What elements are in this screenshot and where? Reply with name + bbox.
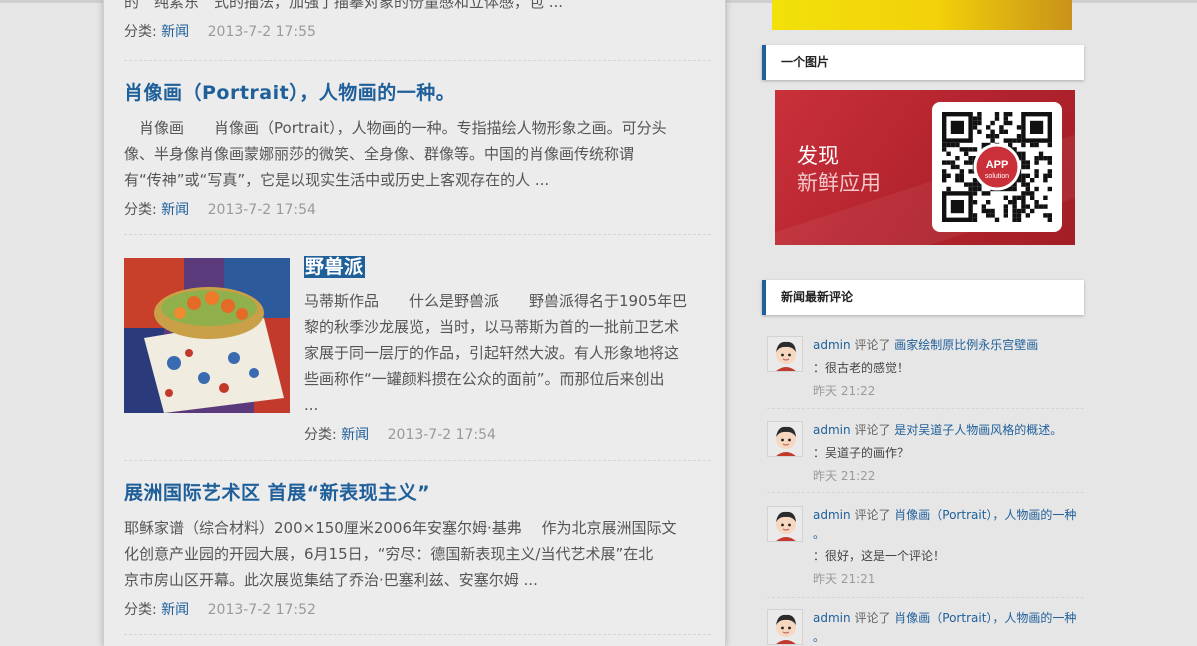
post-meta: 分类: 新闻 2013-7-2 17:55 [124,21,711,41]
category-label: 分类: [304,427,337,443]
comment-body: ：吴道子的画作？ [813,446,910,460]
excerpt-line: 黎的秋季沙龙展览，当时，以马蒂斯为首的一批前卫艺术 [304,318,680,336]
post-meta: 分类: 新闻 2013-7-2 17:52 [124,599,711,619]
post-excerpt: 耶稣家谱（综合材料）200×150厘米2006年安塞尔姆·基弗 作为北京展洲国际… [124,515,711,593]
app-badge-sublabel: solution [985,173,1009,180]
excerpt-line: 家展于同一层厅的作品，引起轩然大波。有人形象地将这 [304,344,680,362]
post-title-link[interactable]: 野兽派 [304,256,365,278]
comment-header: admin 评论了 画家绘制原比例永乐宫壁画 [813,336,1038,353]
category-link[interactable]: 新闻 [161,202,189,218]
comment-verb: 评论了 [854,338,891,352]
excerpt-line: 京市房山区开幕。此次展览集结了乔治·巴塞利兹、安塞尔姆 ... [124,571,538,589]
comment-divider [767,492,1084,493]
excerpt-line: 耶稣家谱（综合材料）200×150厘米2006年安塞尔姆·基弗 作为北京展洲国际… [124,519,677,537]
excerpt-line: 马蒂斯作品 什么是野兽派 野兽派得名于1905年巴 [304,292,688,310]
post-meta: 分类: 新闻 2013-7-2 17:54 [304,424,711,444]
post-item: 的 纯素东 式的描法，加强了描摹对象的份量感和立体感，包 ... 分类: 新闻 … [124,0,711,41]
comment-body: ：很古老的感觉！ [813,361,910,375]
post-divider [124,234,711,235]
post-divider [124,60,711,61]
post-item: 野兽派 马蒂斯作品 什么是野兽派 野兽派得名于1905年巴 黎的秋季沙龙展览，当… [304,252,711,444]
excerpt-line: 些画称作“一罐颜料掼在公众的面前”。而那位后来创出 [304,370,665,388]
comment-item: admin 评论了 肖像画（Portrait），人物画的一种 。 [767,609,1084,646]
comment-time: 昨天 21:22 [813,469,876,483]
comment-user-link[interactable]: admin [813,508,851,522]
category-label: 分类: [124,202,157,218]
user-avatar-icon[interactable] [767,421,803,457]
comment-body: ：很好，这是一个评论！ [813,549,946,563]
ad-headline: 发现 [797,144,839,168]
post-item: 展洲国际艺术区 首展“新表现主义” 耶稣家谱（综合材料）200×150厘米200… [124,478,711,619]
matisse-painting-image [124,258,290,413]
avatar-face-icon [768,507,802,541]
comment-post-link[interactable]: 是对吴道子人物画风格的概述。 [894,423,1062,437]
comment-divider [767,597,1084,598]
user-avatar-icon[interactable] [767,336,803,372]
post-date: 2013-7-2 17:55 [207,24,316,40]
comment-header: admin 评论了 肖像画（Portrait），人物画的一种 [813,506,1076,523]
comment-verb: 评论了 [854,611,891,625]
post-list: 的 纯素东 式的描法，加强了描摹对象的份量感和立体感，包 ... 分类: 新闻 … [103,0,726,646]
user-avatar-icon[interactable] [767,609,803,645]
avatar-face-icon [768,610,802,644]
comment-post-link[interactable]: 画家绘制原比例永乐宫壁画 [894,338,1038,352]
excerpt-line: ... [304,396,319,414]
post-divider [124,460,711,461]
comment-post-link-cont[interactable]: 。 [813,525,825,542]
comment-user-link[interactable]: admin [813,611,851,625]
post-item: 肖像画（Portrait），人物画的一种。 肖像画 肖像画（Portrait），… [124,78,711,219]
post-date: 2013-7-2 17:52 [207,602,316,618]
comment-time: 昨天 21:21 [813,572,876,586]
category-label: 分类: [124,24,157,40]
excerpt-line: 肖像画 肖像画（Portrait），人物画的一种。专指描绘人物形象之画。可分头 [124,119,667,137]
widget-title-image: 一个图片 [762,45,1084,80]
post-date: 2013-7-2 17:54 [387,427,496,443]
comment-post-link-cont[interactable]: 。 [813,628,825,645]
comment-header: admin 评论了 肖像画（Portrait），人物画的一种 [813,609,1076,626]
comment-verb: 评论了 [854,423,891,437]
category-link[interactable]: 新闻 [161,602,189,618]
post-title-link[interactable]: 肖像画（Portrait），人物画的一种。 [124,78,711,105]
post-thumbnail[interactable] [124,258,290,413]
excerpt-line: 化创意产业园的开园大展，6月15日，“穷尽：德国新表现主义/当代艺术展”在北 [124,545,654,563]
excerpt-line: 像、半身像肖像画蒙娜丽莎的微笑、全身像、群像等。中国的肖像画传统称谓 [124,145,635,163]
user-avatar-icon[interactable] [767,506,803,542]
post-excerpt: 的 纯素东 式的描法，加强了描摹对象的份量感和立体感，包 ... [124,0,564,11]
post-divider [124,634,711,635]
post-title-link[interactable]: 展洲国际艺术区 首展“新表现主义” [124,478,711,505]
comment-divider [767,408,1084,409]
comment-time: 昨天 21:22 [813,384,876,398]
category-label: 分类: [124,602,157,618]
post-excerpt: 肖像画 肖像画（Portrait），人物画的一种。专指描绘人物形象之画。可分头 … [124,115,711,193]
comment-item: admin 评论了 画家绘制原比例永乐宫壁画 ：很古老的感觉！ 昨天 21:22 [767,336,1084,406]
comment-post-link[interactable]: 肖像画（Portrait），人物画的一种 [894,611,1076,625]
app-badge-label: APP [986,159,1009,171]
comment-verb: 评论了 [854,508,891,522]
post-date: 2013-7-2 17:54 [207,202,316,218]
comment-header: admin 评论了 是对吴道子人物画风格的概述。 [813,421,1062,438]
avatar-face-icon [768,337,802,371]
post-excerpt: 马蒂斯作品 什么是野兽派 野兽派得名于1905年巴 黎的秋季沙龙展览，当时，以马… [304,288,711,418]
avatar-face-icon [768,422,802,456]
comment-user-link[interactable]: admin [813,338,851,352]
qr-code-icon: APP solution [942,112,1052,222]
post-meta: 分类: 新闻 2013-7-2 17:54 [124,199,711,219]
qr-code-card: APP solution [932,102,1062,232]
comment-user-link[interactable]: admin [813,423,851,437]
yellow-banner-image[interactable] [772,0,1072,30]
widget-title-comments: 新闻最新评论 [762,280,1084,315]
category-link[interactable]: 新闻 [161,24,189,40]
excerpt-line: 有“传神”或“写真”，它是以现实生活中或历史上客观存在的人 ... [124,171,550,189]
comment-post-link[interactable]: 肖像画（Portrait），人物画的一种 [894,508,1076,522]
ad-subheadline: 新鲜应用 [797,171,881,195]
category-link[interactable]: 新闻 [341,427,369,443]
app-ad-banner[interactable]: 发现 新鲜应用 APP solution [775,90,1075,245]
comment-item: admin 评论了 是对吴道子人物画风格的概述。 ：吴道子的画作？ 昨天 21:… [767,421,1084,491]
comment-item: admin 评论了 肖像画（Portrait），人物画的一种 。 ：很好，这是一… [767,506,1084,592]
